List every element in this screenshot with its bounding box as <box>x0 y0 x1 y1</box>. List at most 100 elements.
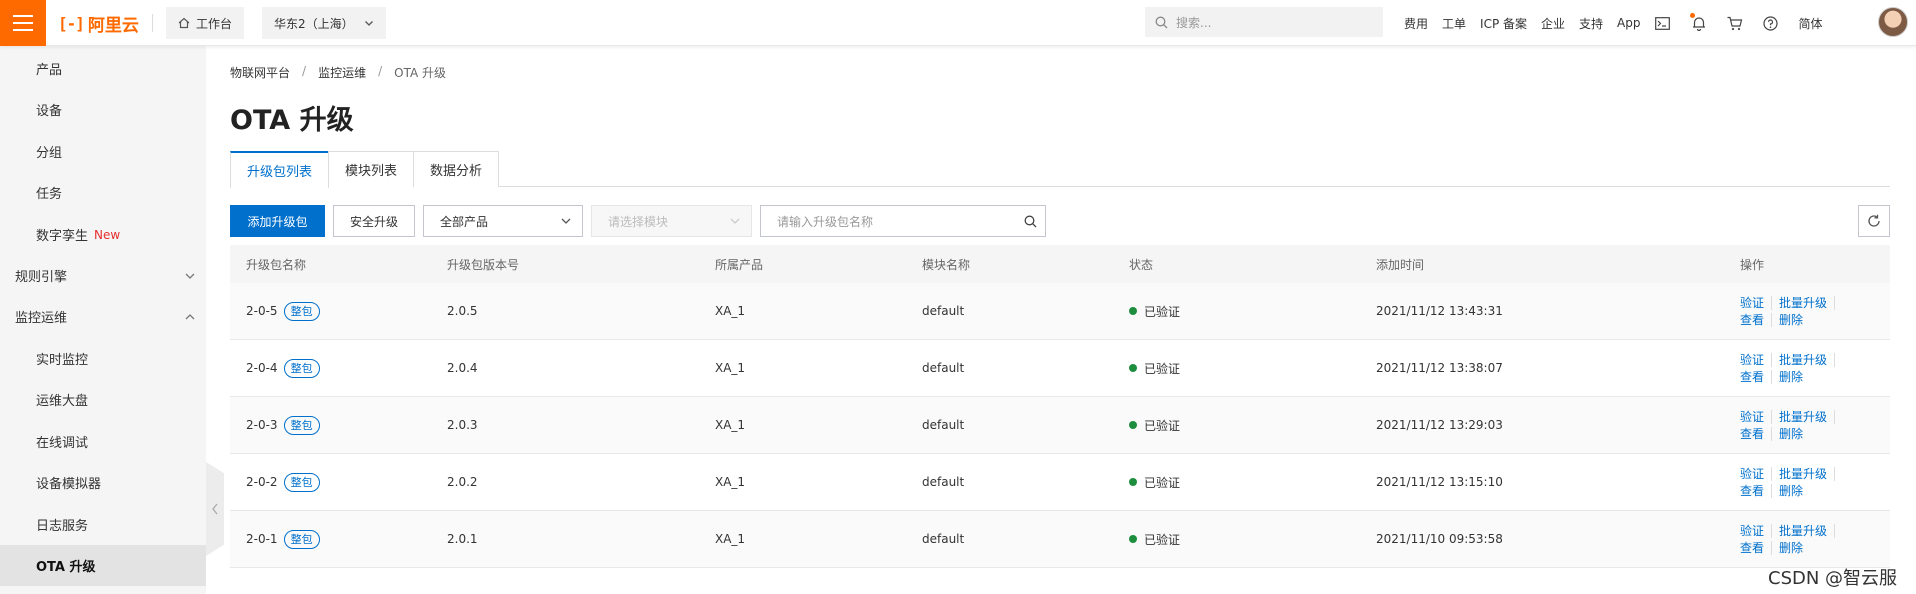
package-type-tag: 整包 <box>283 301 320 321</box>
row-actions: 验证 批量升级 查看 删除 <box>1740 454 1842 510</box>
sidebar-item-label: 运维大盘 <box>36 394 89 409</box>
verify-link[interactable]: 验证 <box>1740 295 1773 310</box>
tab-package-list[interactable]: 升级包列表 <box>230 151 330 188</box>
batch-upgrade-link[interactable]: 批量升级 <box>1779 352 1836 367</box>
sidebar-item-groups[interactable]: 分组 <box>0 131 206 172</box>
package-status: 已验证 <box>1129 454 1180 510</box>
topbar-divider <box>152 14 153 32</box>
package-added-time: 2021/11/10 09:53:58 <box>1376 532 1503 546</box>
region-selector[interactable]: 华东2（上海） <box>262 7 386 39</box>
sidebar-group-rule-engine[interactable]: 规则引擎 <box>0 255 206 296</box>
table-row: 2-0-2 整包 2.0.2 XA_1 default 已验证 2021/11/… <box>230 454 1890 511</box>
logo-text: 阿里云 <box>87 15 139 36</box>
sidebar-item-ota-upgrade[interactable]: OTA 升级 <box>0 545 206 586</box>
delete-link[interactable]: 删除 <box>1779 541 1835 555</box>
status-label: 已验证 <box>1144 532 1181 547</box>
search-icon[interactable] <box>1024 215 1037 228</box>
sidebar-group-monitoring[interactable]: 监控运维 <box>0 296 206 337</box>
workbench-button[interactable]: 工作台 <box>166 7 245 39</box>
sidebar-item-ops-dashboard[interactable]: 运维大盘 <box>0 379 206 420</box>
package-product: XA_1 <box>715 418 746 432</box>
sidebar-item-device-simulator[interactable]: 设备模拟器 <box>0 462 206 503</box>
cart-icon[interactable] <box>1727 15 1743 31</box>
help-icon[interactable] <box>1763 15 1779 31</box>
column-header-actions: 操作 <box>1740 257 1765 272</box>
view-link[interactable]: 查看 <box>1740 426 1773 441</box>
package-type-tag: 整包 <box>283 529 320 549</box>
status-label: 已验证 <box>1144 418 1181 433</box>
link-icp[interactable]: ICP 备案 <box>1480 15 1527 32</box>
tab-module-list[interactable]: 模块列表 <box>328 151 415 187</box>
sidebar-item-digital-twin[interactable]: 数字孪生 New <box>0 214 206 255</box>
hamburger-menu-button[interactable] <box>0 0 46 46</box>
global-search-placeholder: 搜索... <box>1176 15 1212 30</box>
delete-link[interactable]: 删除 <box>1779 427 1835 441</box>
language-switch[interactable]: 简体 <box>1799 15 1823 32</box>
verify-link[interactable]: 验证 <box>1740 352 1773 367</box>
view-link[interactable]: 查看 <box>1740 312 1773 327</box>
sidebar-item-label: 产品 <box>36 63 63 78</box>
package-name: 2-0-4 <box>246 361 278 375</box>
batch-upgrade-link[interactable]: 批量升级 <box>1779 409 1836 424</box>
package-added-time: 2021/11/12 13:38:07 <box>1376 361 1503 375</box>
batch-upgrade-link[interactable]: 批量升级 <box>1779 523 1836 538</box>
sidebar-item-label: OTA 升级 <box>36 560 96 575</box>
verify-link[interactable]: 验证 <box>1740 466 1773 481</box>
link-billing[interactable]: 费用 <box>1404 15 1428 32</box>
verify-link[interactable]: 验证 <box>1740 523 1773 538</box>
link-enterprise[interactable]: 企业 <box>1541 15 1565 32</box>
terminal-icon[interactable] <box>1655 15 1671 31</box>
package-version: 2.0.5 <box>447 304 478 318</box>
module-select[interactable]: 请选择模块 <box>591 205 752 237</box>
sidebar-item-realtime-monitor[interactable]: 实时监控 <box>0 338 206 379</box>
package-name-cell: 2-0-4 整包 <box>246 340 320 396</box>
delete-link[interactable]: 删除 <box>1779 484 1835 498</box>
product-select[interactable]: 全部产品 <box>423 205 583 237</box>
package-search-input[interactable]: 请输入升级包名称 <box>760 205 1046 237</box>
link-app[interactable]: App <box>1617 16 1640 30</box>
status-label: 已验证 <box>1144 361 1181 376</box>
package-name-cell: 2-0-2 整包 <box>246 454 320 510</box>
view-link[interactable]: 查看 <box>1740 483 1773 498</box>
chevron-down-icon <box>364 21 373 26</box>
sidebar-collapse-handle[interactable] <box>206 462 224 556</box>
sidebar-item-tasks[interactable]: 任务 <box>0 172 206 213</box>
sidebar-item-devices[interactable]: 设备 <box>0 89 206 130</box>
delete-link[interactable]: 删除 <box>1779 370 1835 384</box>
status-dot-icon <box>1129 364 1137 372</box>
column-header-time: 添加时间 <box>1376 257 1425 272</box>
sidebar-item-log-service[interactable]: 日志服务 <box>0 504 206 545</box>
status-dot-icon <box>1129 307 1137 315</box>
secure-upgrade-button[interactable]: 安全升级 <box>333 205 415 237</box>
breadcrumb-monitoring[interactable]: 监控运维 <box>318 64 366 81</box>
verify-link[interactable]: 验证 <box>1740 409 1773 424</box>
watermark: CSDN @智云服 <box>1768 568 1898 589</box>
refresh-button[interactable] <box>1858 205 1890 237</box>
sidebar-item-online-debug[interactable]: 在线调试 <box>0 421 206 462</box>
link-tickets[interactable]: 工单 <box>1442 15 1466 32</box>
package-module: default <box>922 304 965 318</box>
toolbar: 添加升级包 安全升级 全部产品 请选择模块 请输入升级包名称 <box>230 205 1890 237</box>
view-link[interactable]: 查看 <box>1740 369 1773 384</box>
user-avatar[interactable] <box>1878 7 1908 37</box>
package-added-time: 2021/11/12 13:15:10 <box>1376 475 1503 489</box>
delete-link[interactable]: 删除 <box>1779 313 1835 327</box>
sidebar-item-label: 任务 <box>36 187 63 202</box>
add-package-button[interactable]: 添加升级包 <box>230 205 325 237</box>
bell-icon[interactable] <box>1689 13 1707 31</box>
package-type-tag: 整包 <box>283 472 320 492</box>
global-search-input[interactable]: 搜索... <box>1145 7 1383 37</box>
package-status: 已验证 <box>1129 511 1180 567</box>
batch-upgrade-link[interactable]: 批量升级 <box>1779 295 1836 310</box>
breadcrumb-iot-platform[interactable]: 物联网平台 <box>230 64 290 81</box>
table-row: 2-0-4 整包 2.0.4 XA_1 default 已验证 2021/11/… <box>230 340 1890 397</box>
batch-upgrade-link[interactable]: 批量升级 <box>1779 466 1836 481</box>
aliyun-logo[interactable]: [-] 阿里云 <box>58 10 139 36</box>
link-support[interactable]: 支持 <box>1579 15 1603 32</box>
package-product: XA_1 <box>715 304 746 318</box>
package-table: 升级包名称 升级包版本号 所属产品 模块名称 状态 添加时间 操作 2-0-5 … <box>230 245 1890 568</box>
tab-data-analysis[interactable]: 数据分析 <box>413 151 500 187</box>
sidebar-item-products[interactable]: 产品 <box>0 48 206 89</box>
package-added-time: 2021/11/12 13:43:31 <box>1376 304 1503 318</box>
view-link[interactable]: 查看 <box>1740 540 1773 555</box>
